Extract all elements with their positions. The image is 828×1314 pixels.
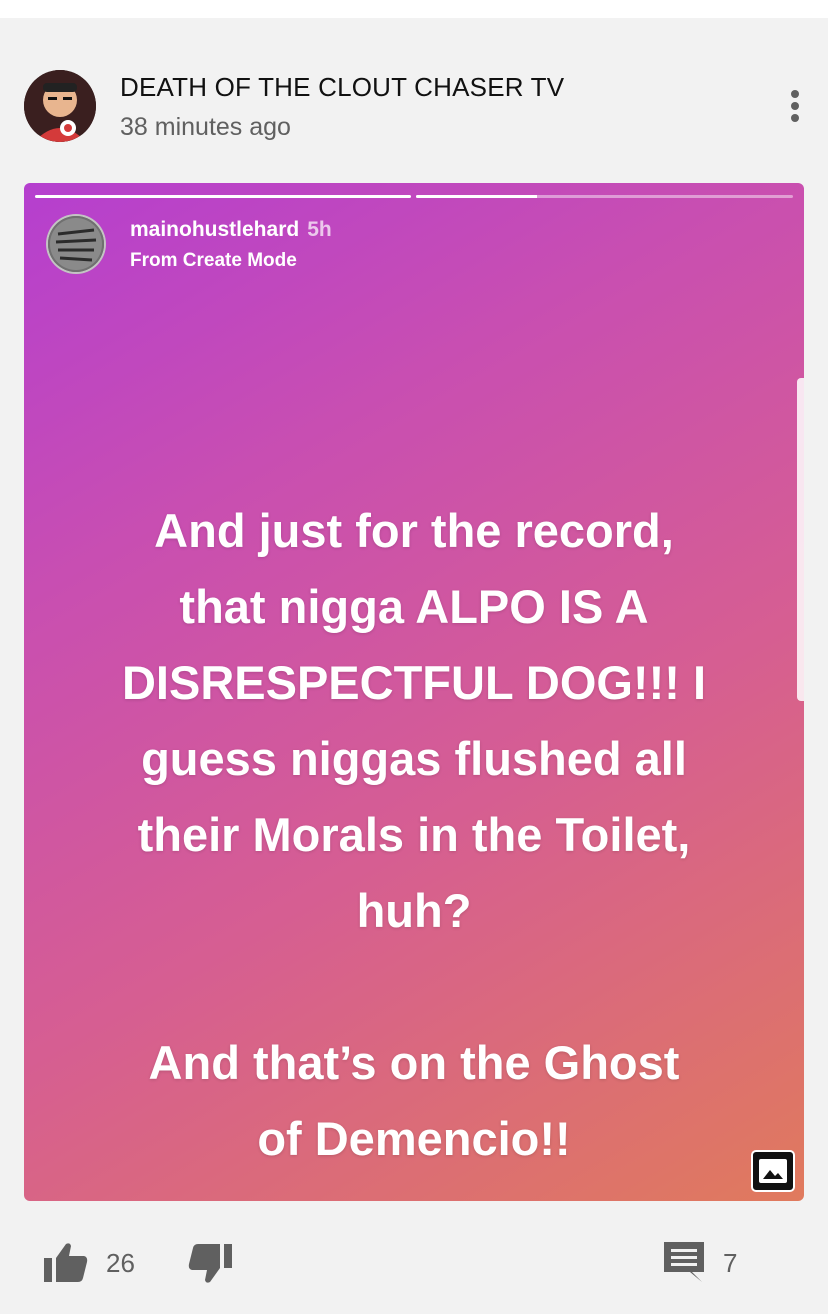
channel-avatar[interactable] (24, 70, 96, 142)
story-progress-fill (416, 195, 537, 198)
story-line: guess niggas flushed all (141, 732, 687, 785)
story-line: that nigga ALPO IS A (179, 580, 649, 633)
story-line: their Morals in the Toilet, (137, 808, 691, 861)
story-gap (44, 949, 784, 1025)
comment-icon[interactable] (662, 1240, 708, 1284)
story-username-text: mainohustlehard (130, 218, 300, 241)
thumb-up-icon[interactable] (42, 1240, 90, 1284)
story-username: mainohustlehard 5h (130, 218, 332, 242)
story-line: of Demencio!! (257, 1112, 571, 1165)
story-line: And just for the record, (154, 504, 674, 557)
like-count: 26 (106, 1248, 135, 1278)
story-progress-bar (35, 195, 411, 198)
comment-count: 7 (723, 1248, 738, 1278)
story-subtitle: From Create Mode (130, 250, 297, 271)
story-text: And just for the record, that nigga ALPO… (44, 493, 784, 1177)
post-actions: 26 7 (0, 1230, 828, 1300)
story-line: huh? (356, 884, 472, 937)
story-progress-fill (35, 195, 411, 198)
top-bar (0, 0, 828, 18)
post-time: 38 minutes ago (120, 113, 291, 141)
image-icon[interactable] (751, 1150, 795, 1192)
more-vert-icon[interactable] (780, 86, 810, 126)
scroll-indicator[interactable] (797, 378, 804, 701)
channel-name[interactable]: DEATH OF THE CLOUT CHASER TV (120, 72, 564, 103)
story-line: DISRESPECTFUL DOG!!! I (121, 656, 707, 709)
story-progress-bar (416, 195, 793, 198)
story-user-avatar (46, 214, 106, 274)
post-header: DEATH OF THE CLOUT CHASER TV 38 minutes … (0, 60, 828, 160)
story-line: And that’s on the Ghost (148, 1036, 680, 1089)
story-age: 5h (307, 218, 332, 241)
thumb-down-icon[interactable] (186, 1242, 234, 1286)
story-image[interactable]: mainohustlehard 5h From Create Mode And j… (24, 183, 804, 1201)
